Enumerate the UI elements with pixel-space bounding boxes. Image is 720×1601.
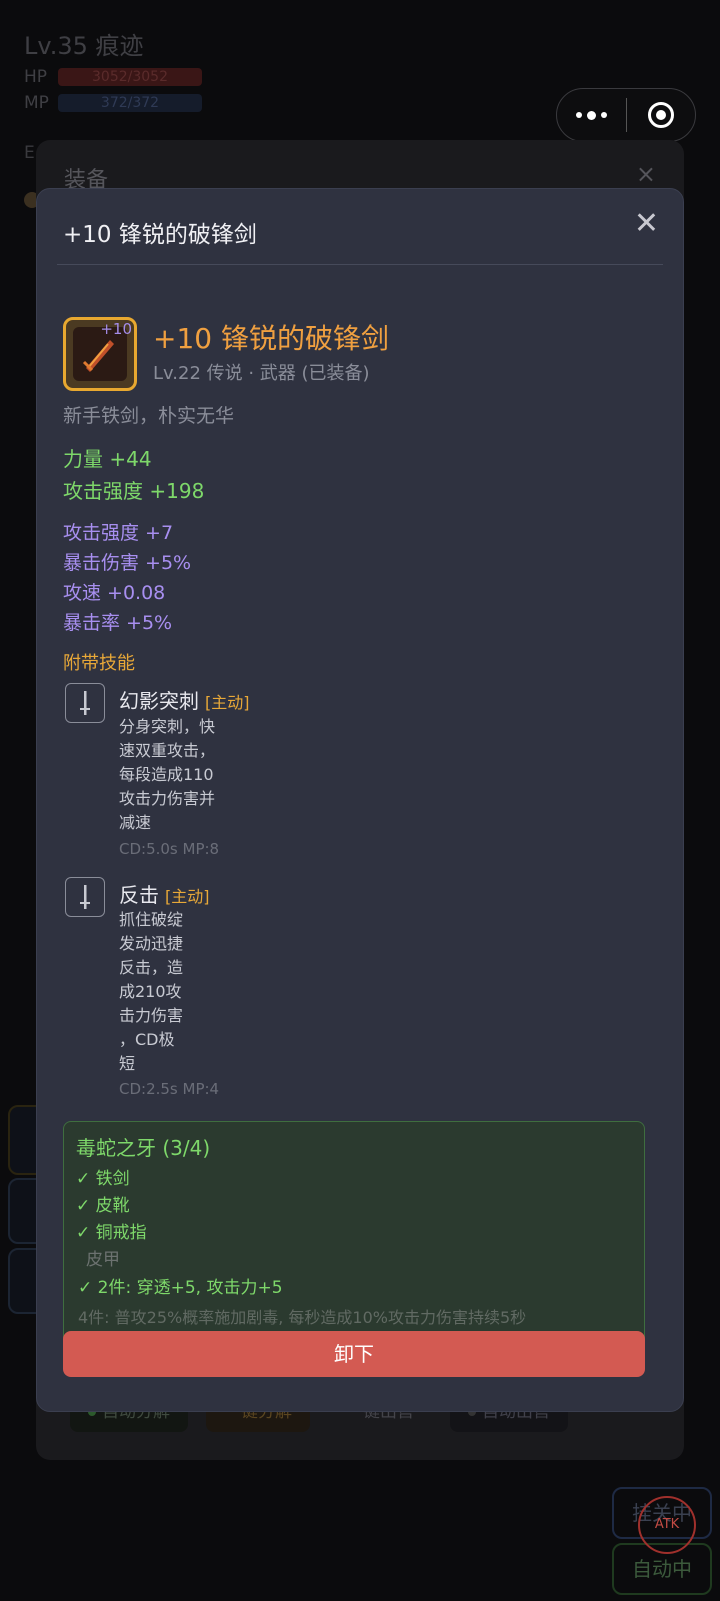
skill-type-tag: [主动] [205, 693, 250, 712]
extra-stat: 暴击率 +5% [63, 612, 173, 634]
hp-row: HP 3052/3052 [24, 67, 202, 87]
item-meta: Lv.22 传说 · 武器 (已装备) [153, 363, 370, 384]
equipment-close-icon[interactable]: × [636, 160, 656, 188]
item-description: 新手铁剑，朴实无华 [63, 405, 235, 427]
weapon-icon: +10 [63, 317, 137, 391]
divider [57, 264, 663, 265]
player-header: Lv.35 痕迹 HP 3052/3052 MP 372/372 [24, 26, 202, 113]
dialog-title: +10 锋锐的破锋剑 [63, 222, 257, 248]
skill-description: 分身突刺，快 速双重攻击， 每段造成110 攻击力伤害并 减速 [119, 717, 216, 832]
set-piece-owned: ✓ 铜戒指 [76, 1223, 147, 1243]
skill-cooldown: CD:2.5s MP:4 [119, 1080, 220, 1098]
extra-stat: 攻击强度 +7 [63, 522, 174, 544]
base-stat: 力量 +44 [63, 447, 152, 471]
unequip-button[interactable]: 卸下 [63, 1331, 645, 1377]
hp-bar: 3052/3052 [58, 68, 202, 86]
set-bonus-box: 毒蛇之牙 (3/4) ✓ 铁剑 ✓ 皮靴 ✓ 铜戒指 皮甲 ✓ 2件: 穿透+5… [63, 1121, 645, 1351]
exp-label: E [24, 143, 35, 163]
hp-label: HP [24, 67, 48, 87]
skill-cooldown: CD:5.0s MP:8 [119, 840, 220, 858]
attack-button[interactable]: ATK [638, 1496, 696, 1554]
skill-name: 幻影突刺 [主动] [119, 689, 250, 713]
close-icon[interactable]: ✕ [634, 209, 659, 239]
sword-skill-icon [65, 683, 105, 723]
sword-skill-icon [65, 877, 105, 917]
skill-description: 抓住破绽 发动迅捷 反击，造 成210攻 击力伤害 ，CD极 短 [119, 910, 184, 1073]
item-detail-dialog: +10 锋锐的破锋剑 ✕ +10 +10 锋锐的破锋剑 Lv.22 传说 · 武… [36, 188, 684, 1412]
miniprogram-capsule [556, 88, 696, 142]
enhance-level: +10 [100, 320, 132, 338]
item-name: +10 锋锐的破锋剑 [153, 322, 389, 355]
player-title: Lv.35 痕迹 [24, 32, 144, 60]
mp-row: MP 372/372 [24, 93, 202, 113]
extra-stat: 暴击伤害 +5% [63, 552, 192, 574]
set-piece-missing: 皮甲 [86, 1250, 120, 1270]
skills-title: 附带技能 [63, 653, 135, 674]
base-stat: 攻击强度 +198 [63, 479, 205, 503]
set-title: 毒蛇之牙 (3/4) [76, 1136, 211, 1160]
mp-bar: 372/372 [58, 94, 202, 112]
set-piece-owned: ✓ 铁剑 [76, 1169, 130, 1189]
set-bonus-inactive: 4件: 普攻25%概率施加剧毒, 每秒造成10%攻击力伤害持续5秒 [78, 1308, 527, 1327]
extra-stat: 攻速 +0.08 [63, 582, 166, 604]
set-bonus-active: ✓ 2件: 穿透+5, 攻击力+5 [78, 1278, 283, 1298]
mp-label: MP [24, 93, 49, 113]
more-icon[interactable] [557, 110, 626, 120]
set-piece-owned: ✓ 皮靴 [76, 1196, 130, 1216]
close-miniprogram-icon[interactable] [627, 102, 696, 128]
skill-name: 反击 [主动] [119, 883, 210, 907]
skill-type-tag: [主动] [165, 887, 210, 906]
